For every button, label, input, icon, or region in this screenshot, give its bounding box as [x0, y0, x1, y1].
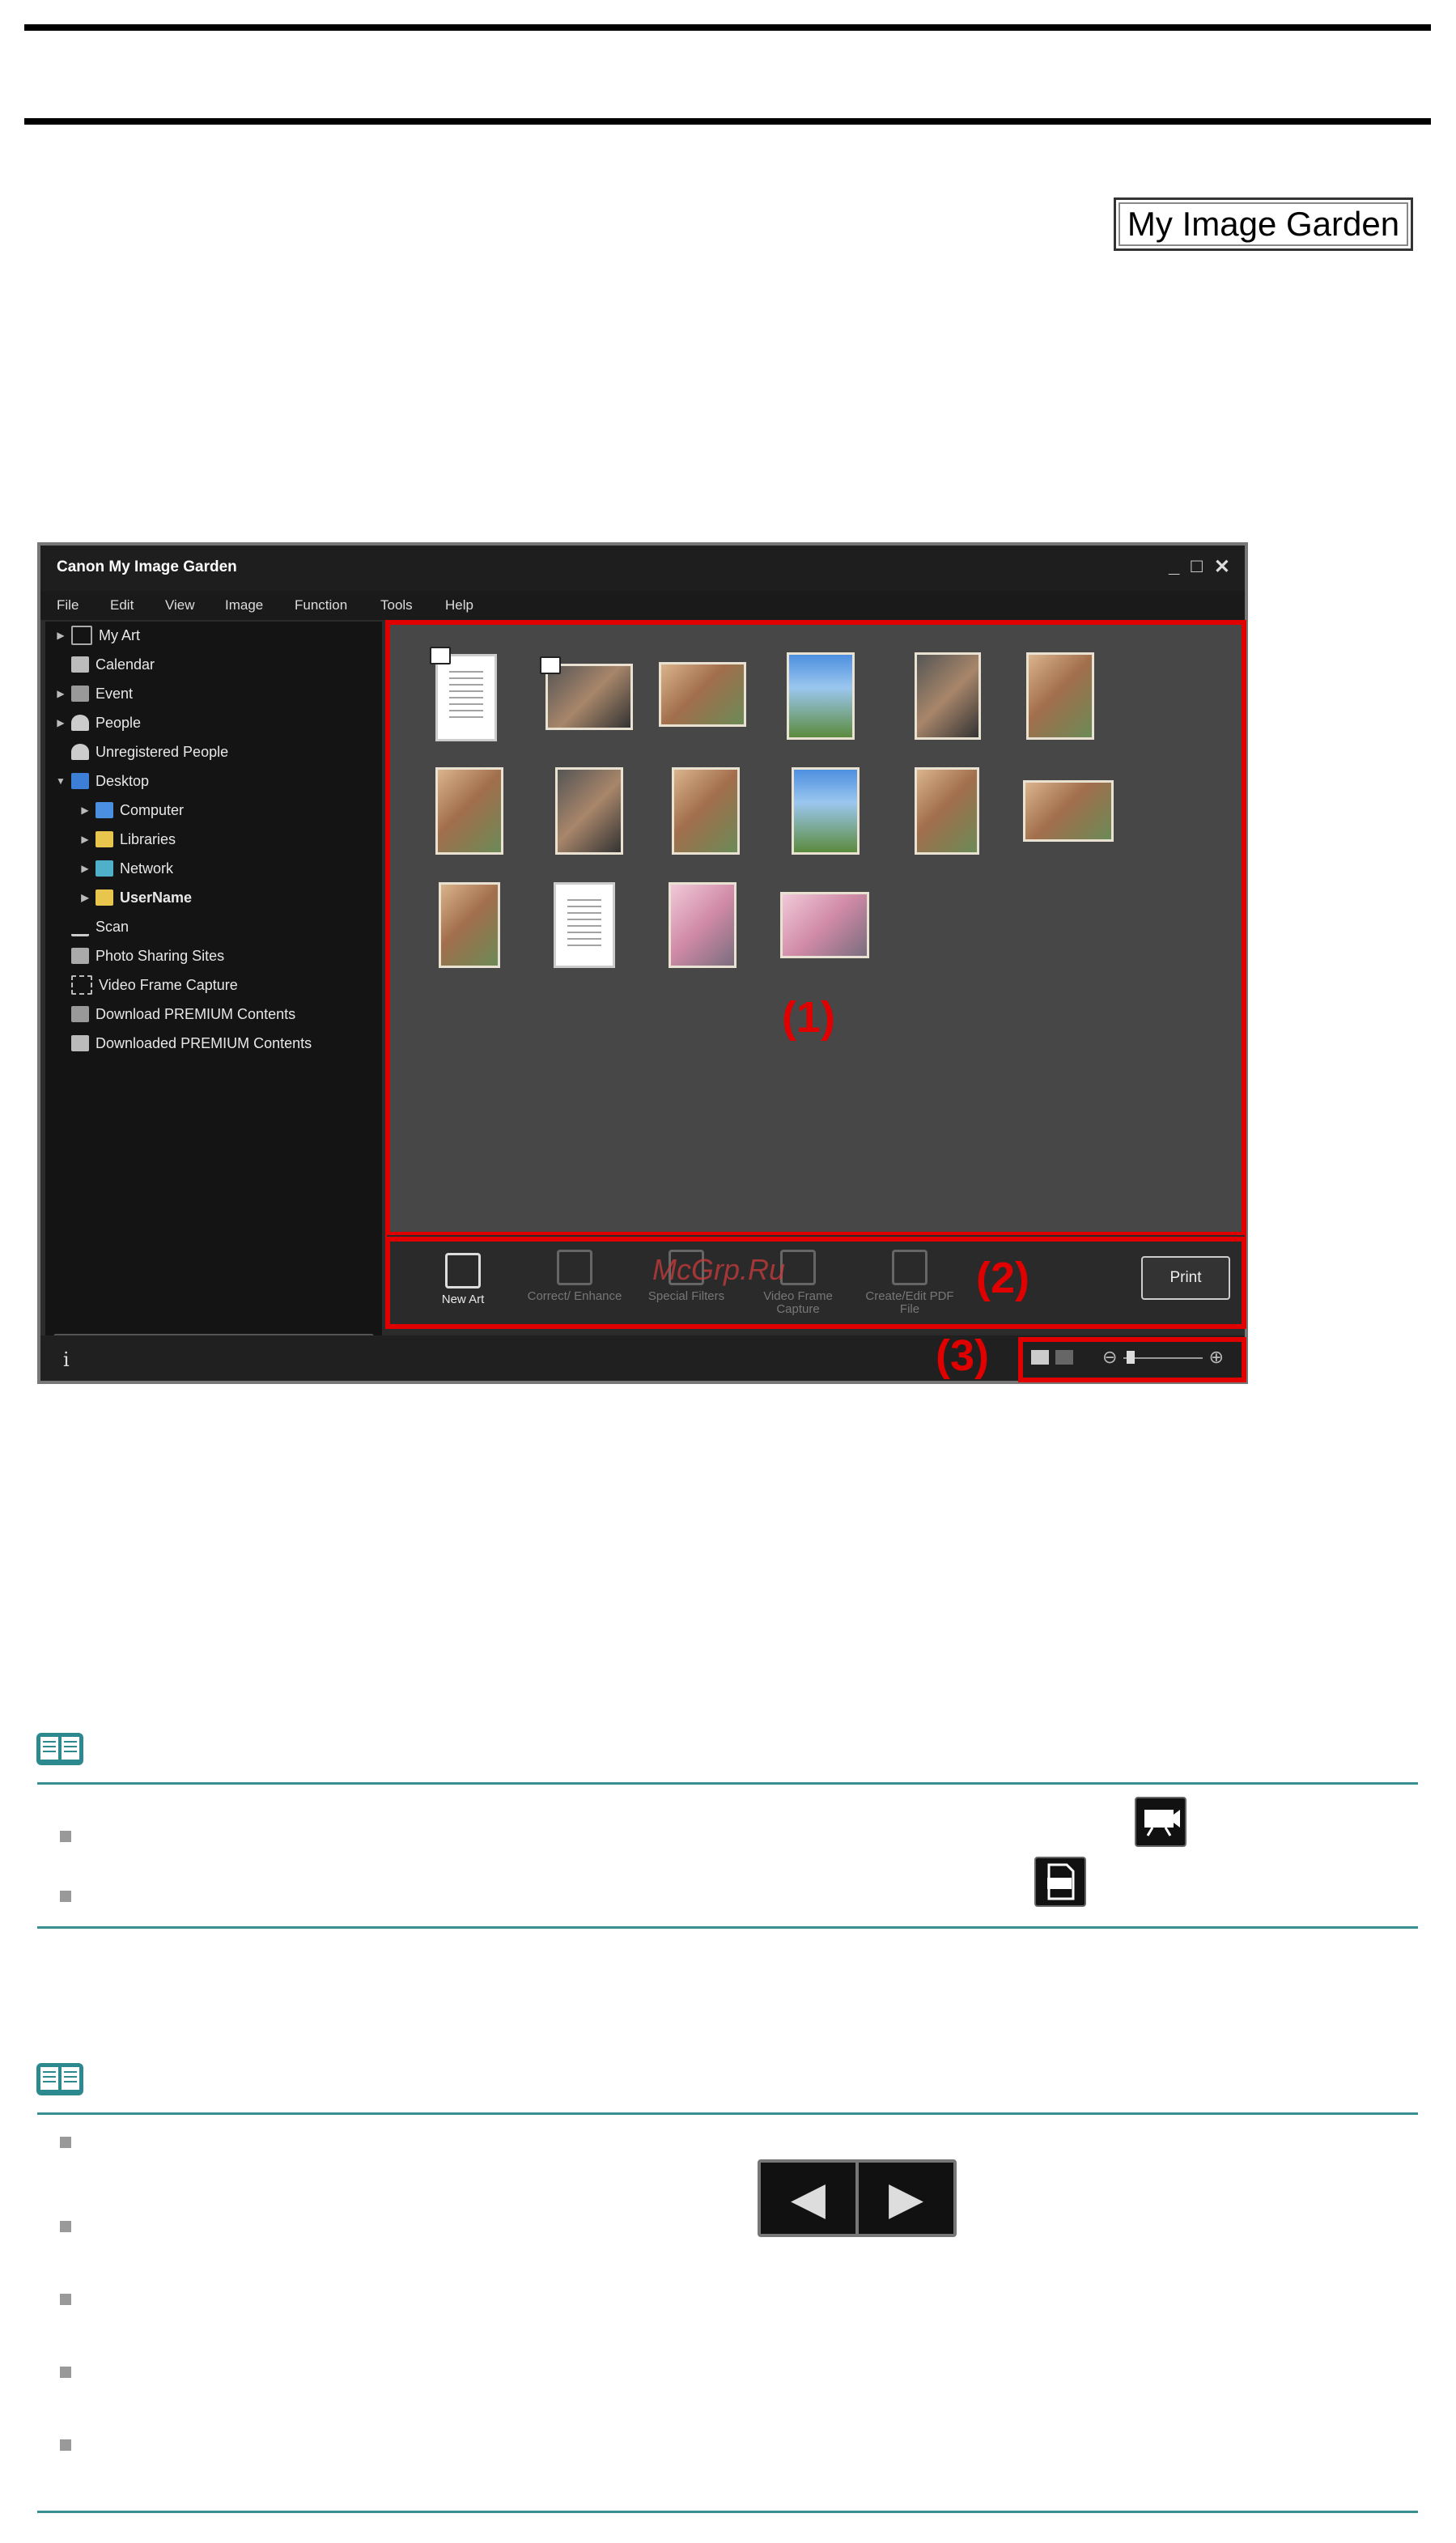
expand-arrow-icon[interactable]: ▶	[78, 863, 92, 874]
info-icon[interactable]: i	[63, 1348, 70, 1371]
tree-item-photo-sharing-sites[interactable]: Photo Sharing Sites	[68, 944, 224, 968]
app-window: Canon My Image Garden _ □ ✕ File Edit Vi…	[37, 542, 1248, 1384]
expand-arrow-icon[interactable]: ▶	[53, 688, 68, 699]
sharing-icon	[71, 948, 89, 964]
art-icon	[71, 626, 92, 645]
product-badge: My Image Garden	[1114, 197, 1413, 251]
top-rule	[24, 24, 1431, 31]
video-frame-icon	[1135, 1797, 1186, 1847]
menu-file[interactable]: File	[57, 597, 79, 613]
bullet-icon	[60, 1891, 71, 1902]
desktop-icon	[71, 773, 89, 789]
folder-icon	[96, 831, 113, 847]
menu-bar: File Edit View Image Function Tools Help	[40, 591, 1245, 620]
second-rule	[24, 118, 1431, 125]
callout-box-1	[385, 620, 1246, 1237]
note-book-icon	[36, 1733, 83, 1765]
computer-icon	[96, 802, 113, 818]
note-divider	[37, 2511, 1418, 2513]
video-icon	[71, 975, 92, 995]
pdf-file-icon	[1034, 1857, 1086, 1907]
maximize-icon[interactable]: □	[1191, 555, 1203, 579]
tree-item-desktop[interactable]: ▼ Desktop	[53, 769, 149, 793]
expand-arrow-icon[interactable]: ▶	[78, 834, 92, 845]
collapse-arrow-icon[interactable]: ▼	[53, 775, 68, 787]
person-icon	[71, 744, 89, 760]
tree-item-downloaded-premium[interactable]: Downloaded PREMIUM Contents	[68, 1031, 312, 1055]
expand-arrow-icon[interactable]: ▶	[78, 892, 92, 903]
folder-icon	[71, 1035, 89, 1051]
menu-help[interactable]: Help	[445, 597, 473, 613]
expand-arrow-icon[interactable]: ▶	[53, 630, 68, 641]
expand-arrow-icon[interactable]: ▶	[53, 717, 68, 728]
menu-image[interactable]: Image	[225, 597, 263, 613]
callout-label-1: (1)	[782, 993, 835, 1042]
bullet-icon	[60, 2137, 71, 2148]
note-divider	[37, 1926, 1418, 1929]
minimize-icon[interactable]: _	[1169, 555, 1179, 579]
menu-edit[interactable]: Edit	[110, 597, 134, 613]
note-divider	[37, 1782, 1418, 1785]
scroll-right-icon[interactable]: ▶	[859, 2163, 953, 2234]
scroll-left-icon[interactable]: ◀	[761, 2163, 859, 2234]
bullet-icon	[60, 2367, 71, 2378]
person-icon	[71, 715, 89, 731]
callout-box-2	[385, 1237, 1246, 1329]
callout-label-2: (2)	[976, 1254, 1029, 1302]
window-title: Canon My Image Garden	[57, 558, 237, 575]
tree-item-people[interactable]: ▶ People	[53, 711, 141, 735]
tree-item-libraries[interactable]: ▶ Libraries	[78, 827, 176, 851]
note-divider	[37, 2112, 1418, 2115]
user-folder-icon	[96, 889, 113, 906]
tree-item-download-premium[interactable]: Download PREMIUM Contents	[68, 1002, 295, 1026]
tree-item-event[interactable]: ▶ Event	[53, 681, 133, 706]
tree-item-calendar[interactable]: Calendar	[68, 652, 155, 677]
network-icon	[96, 860, 113, 877]
callout-box-3	[1018, 1337, 1246, 1382]
tree-item-username[interactable]: ▶ UserName	[78, 885, 192, 910]
event-icon	[71, 686, 89, 702]
close-icon[interactable]: ✕	[1214, 555, 1230, 579]
tree-item-computer[interactable]: ▶ Computer	[78, 798, 184, 822]
tree-item-network[interactable]: ▶ Network	[78, 856, 173, 881]
bullet-icon	[60, 1831, 71, 1842]
bullet-icon	[60, 2221, 71, 2232]
scroll-buttons: ◀ ▶	[758, 2159, 957, 2237]
note-book-icon	[36, 2063, 83, 2095]
download-icon	[71, 1006, 89, 1022]
menu-function[interactable]: Function	[295, 597, 347, 613]
bullet-icon	[60, 2294, 71, 2305]
calendar-icon	[71, 656, 89, 673]
title-bar: Canon My Image Garden _ □ ✕	[40, 546, 1245, 591]
tree-item-my-art[interactable]: ▶ My Art	[53, 623, 140, 647]
tree-item-unregistered-people[interactable]: Unregistered People	[68, 740, 228, 764]
scan-icon	[71, 918, 89, 936]
global-menu-tree: ▶ My Art Calendar ▶ Event ▶ People Unregist…	[45, 622, 382, 1339]
tree-item-scan[interactable]: Scan	[68, 915, 129, 939]
menu-view[interactable]: View	[165, 597, 195, 613]
callout-label-3: (3)	[936, 1331, 989, 1380]
menu-tools[interactable]: Tools	[380, 597, 413, 613]
bullet-icon	[60, 2439, 71, 2451]
expand-arrow-icon[interactable]: ▶	[78, 805, 92, 816]
tree-item-video-frame-capture[interactable]: Video Frame Capture	[68, 973, 238, 997]
